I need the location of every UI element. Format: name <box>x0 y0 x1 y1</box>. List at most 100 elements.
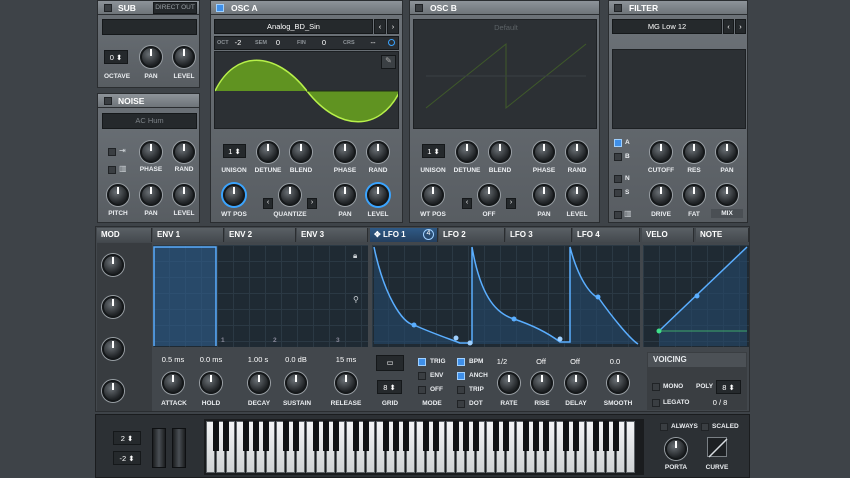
tab-note[interactable]: NOTE <box>696 228 749 242</box>
lfo-grid-selector[interactable]: 8 ⬍ <box>377 380 402 394</box>
osc-a-wavetable-selector[interactable]: Analog_BD_Sin <box>214 19 373 34</box>
sustain-knob[interactable] <box>285 372 307 394</box>
osc-a-prev-button[interactable]: ‹ <box>374 19 386 34</box>
pencil-edit-icon[interactable]: ✎ <box>381 55 396 69</box>
pitch-wheel[interactable] <box>152 428 166 468</box>
osc-b-phase-knob[interactable] <box>533 141 555 163</box>
black-key[interactable] <box>573 421 579 451</box>
osc-b-enable-checkbox[interactable] <box>415 4 423 12</box>
release-knob[interactable] <box>335 372 357 394</box>
lfo-bpm-checkbox[interactable] <box>457 358 465 366</box>
osc-a-rand-knob[interactable] <box>367 141 389 163</box>
mod-slot-2-knob[interactable] <box>102 296 124 318</box>
osc-b-warp-knob[interactable] <box>478 184 500 206</box>
black-key[interactable] <box>533 421 539 451</box>
black-key[interactable] <box>433 421 439 451</box>
lock-icon[interactable]: 🔒︎ <box>353 251 357 261</box>
black-key[interactable] <box>613 421 619 451</box>
osc-b-wavetable-name[interactable]: Default <box>414 23 596 32</box>
tab-lfo2[interactable]: LFO 2 <box>439 228 505 242</box>
filter-type-selector[interactable]: MG Low 12 <box>612 19 722 34</box>
tab-mod[interactable]: MOD <box>97 228 152 242</box>
poly-selector[interactable]: 8 ⬍ <box>716 380 741 394</box>
decay-knob[interactable] <box>248 372 270 394</box>
link-dot-icon[interactable] <box>388 39 395 46</box>
osc-b-detune-knob[interactable] <box>456 141 478 163</box>
lfo-dot-checkbox[interactable] <box>457 400 465 408</box>
filter-prev-button[interactable]: ‹ <box>723 19 734 34</box>
black-key[interactable] <box>463 421 469 451</box>
zoom-icon[interactable]: ⚲ <box>353 295 359 304</box>
filter-next-button[interactable]: › <box>735 19 746 34</box>
porta-knob[interactable] <box>665 438 687 460</box>
curve-display[interactable] <box>707 437 728 458</box>
attack-knob[interactable] <box>162 372 184 394</box>
black-key[interactable] <box>333 421 339 451</box>
mod-slot-4-knob[interactable] <box>102 380 124 402</box>
osc-a-level-knob[interactable] <box>367 184 389 206</box>
noise-keytrack-checkbox[interactable] <box>108 148 116 156</box>
osc-a-unison-selector[interactable]: 1 ⬍ <box>223 144 246 158</box>
lfo-mode-env-checkbox[interactable] <box>418 372 426 380</box>
filter-pan-knob[interactable] <box>716 141 738 163</box>
tab-velo[interactable]: VELO <box>642 228 694 242</box>
env-graph[interactable]: 1 2 3 🔒︎ ⚲ <box>153 245 368 347</box>
black-key[interactable] <box>563 421 569 451</box>
mono-checkbox[interactable] <box>652 383 660 391</box>
osc-b-level-knob[interactable] <box>566 184 588 206</box>
legato-checkbox[interactable] <box>652 399 660 407</box>
filter-enable-checkbox[interactable] <box>614 4 622 12</box>
tab-lfo3[interactable]: LFO 3 <box>506 228 572 242</box>
filter-drive-knob[interactable] <box>650 184 672 206</box>
mod-wheel[interactable] <box>172 428 186 468</box>
quantize-prev-button[interactable]: ‹ <box>263 198 273 209</box>
black-key[interactable] <box>523 421 529 451</box>
osc-a-quantize-knob[interactable] <box>279 184 301 206</box>
pitch-bend-up-selector[interactable]: 2 ⬍ <box>113 431 141 445</box>
sub-enable-checkbox[interactable] <box>104 4 112 12</box>
noise-retrig-checkbox[interactable] <box>108 166 116 174</box>
osc-b-wtpos-knob[interactable] <box>422 184 444 206</box>
osc-a-blend-knob[interactable] <box>290 141 312 163</box>
velocity-graph[interactable] <box>643 245 749 347</box>
osc-b-waveform-display[interactable]: Default <box>413 19 597 129</box>
filter-route-b-checkbox[interactable] <box>614 153 622 161</box>
direct-out-button[interactable]: DIRECT OUT <box>153 2 197 14</box>
mod-slot-1-knob[interactable] <box>102 254 124 276</box>
lfo-graph[interactable] <box>372 245 640 347</box>
black-key[interactable] <box>213 421 219 451</box>
black-key[interactable] <box>493 421 499 451</box>
black-key[interactable] <box>283 421 289 451</box>
lfo-rate-knob[interactable] <box>498 372 520 394</box>
noise-rand-knob[interactable] <box>173 141 195 163</box>
osc-b-warp-next-button[interactable]: › <box>506 198 516 209</box>
black-key[interactable] <box>393 421 399 451</box>
fin-value[interactable]: 0 <box>317 38 331 47</box>
filter-res-knob[interactable] <box>683 141 705 163</box>
mod-slot-3-knob[interactable] <box>102 338 124 360</box>
black-key[interactable] <box>223 421 229 451</box>
lfo-anch-checkbox[interactable] <box>457 372 465 380</box>
tab-env3[interactable]: ENV 3 <box>297 228 368 242</box>
noise-type-selector[interactable]: AC Hum <box>102 113 197 129</box>
lfo-trip-checkbox[interactable] <box>457 386 465 394</box>
black-key[interactable] <box>263 421 269 451</box>
black-key[interactable] <box>423 421 429 451</box>
osc-b-pan-knob[interactable] <box>533 184 555 206</box>
oct-value[interactable]: -2 <box>231 38 245 47</box>
sub-pan-knob[interactable] <box>140 46 162 68</box>
black-key[interactable] <box>593 421 599 451</box>
black-key[interactable] <box>323 421 329 451</box>
lfo-preset-folder-button[interactable]: ▭ <box>376 355 404 371</box>
black-key[interactable] <box>363 421 369 451</box>
noise-enable-checkbox[interactable] <box>104 97 112 105</box>
filter-response-display[interactable] <box>612 49 746 129</box>
white-key[interactable] <box>626 421 635 473</box>
noise-phase-knob[interactable] <box>140 141 162 163</box>
filter-route-a-checkbox[interactable] <box>614 139 622 147</box>
black-key[interactable] <box>353 421 359 451</box>
osc-b-warp-prev-button[interactable]: ‹ <box>462 198 472 209</box>
lfo-mode-trig-checkbox[interactable] <box>418 358 426 366</box>
filter-mix-knob[interactable] <box>716 184 738 206</box>
lfo-mode-off-checkbox[interactable] <box>418 386 426 394</box>
